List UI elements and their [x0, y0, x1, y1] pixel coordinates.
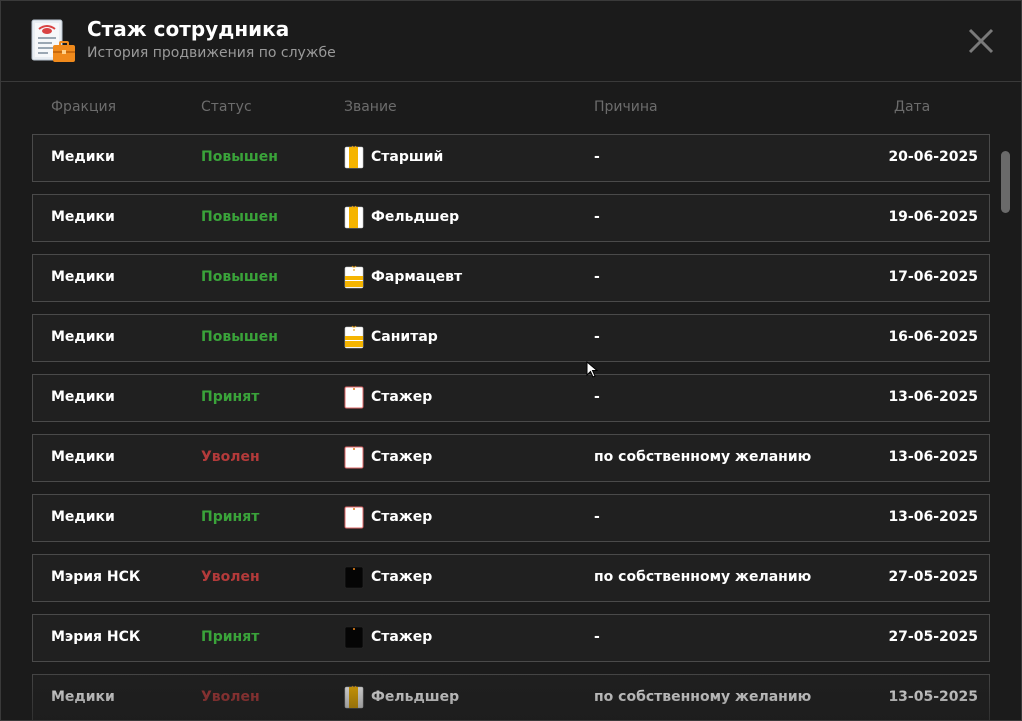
row-status: Повышен	[201, 209, 278, 225]
row-rank: Стажер	[344, 505, 432, 529]
row-reason: по собственному желанию	[594, 449, 812, 465]
row-rank-label: Стажер	[371, 569, 433, 585]
row-rank: Стажер	[344, 385, 432, 409]
row-status: Повышен	[201, 269, 278, 285]
row-faction: Медики	[51, 389, 115, 405]
row-rank-label: Санитар	[371, 329, 438, 345]
window-title: Стаж сотрудника	[87, 17, 290, 41]
row-reason: -	[594, 509, 600, 525]
row-status: Уволен	[201, 569, 260, 585]
row-faction: Медики	[51, 509, 115, 525]
row-status: Уволен	[201, 449, 260, 465]
column-header-date: Дата	[894, 99, 931, 115]
row-faction: Медики	[51, 209, 115, 225]
rank-horizontal-gold-stripes-icon	[344, 325, 364, 349]
row-reason: -	[594, 209, 600, 225]
row-reason: -	[594, 149, 600, 165]
rank-vertical-gold-stripe-icon	[344, 205, 364, 229]
row-rank: Санитар	[344, 325, 438, 349]
row-rank: Фельдшер	[344, 685, 459, 709]
table-row[interactable]: Медики Повышен Санитар - 16-06-2025	[32, 314, 990, 362]
table-row[interactable]: Медики Принят Стажер - 13-06-2025	[32, 494, 990, 542]
row-rank-label: Фармацевт	[371, 269, 463, 285]
row-faction: Мэрия НСК	[51, 629, 141, 645]
row-reason: -	[594, 329, 600, 345]
window-subtitle: История продвижения по службе	[87, 45, 336, 61]
row-reason: по собственному желанию	[594, 569, 812, 585]
row-rank-label: Стажер	[371, 629, 433, 645]
row-faction: Медики	[51, 329, 115, 345]
column-header-reason: Причина	[594, 99, 658, 115]
row-status: Повышен	[201, 149, 278, 165]
row-status: Уволен	[201, 689, 260, 705]
column-header-status: Статус	[201, 99, 252, 115]
rank-vertical-gold-stripe-icon	[344, 145, 364, 169]
row-rank-label: Старший	[371, 149, 444, 165]
row-faction: Медики	[51, 149, 115, 165]
close-icon[interactable]	[967, 27, 995, 55]
row-reason: по собственному желанию	[594, 689, 812, 705]
row-faction: Медики	[51, 269, 115, 285]
row-rank: Фармацевт	[344, 265, 462, 289]
history-list[interactable]: Медики Повышен Старший - 20-06-2025 Медики Пов…	[1, 121, 1021, 720]
row-date: 13-06-2025	[888, 389, 978, 405]
column-header-rank: Звание	[344, 99, 397, 115]
row-date: 13-06-2025	[888, 509, 978, 525]
row-rank-label: Фельдшер	[371, 689, 460, 705]
rank-black-plain-icon	[344, 625, 364, 649]
row-faction: Медики	[51, 689, 115, 705]
rank-white-plain-icon	[344, 385, 364, 409]
row-rank: Фельдшер	[344, 205, 459, 229]
row-status: Принят	[201, 389, 260, 405]
window-header: Стаж сотрудника История продвижения по с…	[1, 1, 1021, 82]
row-date: 13-06-2025	[888, 449, 978, 465]
rank-white-plain-icon	[344, 505, 364, 529]
row-status: Принят	[201, 629, 260, 645]
rank-horizontal-gold-stripes-icon	[344, 265, 364, 289]
row-rank: Стажер	[344, 625, 432, 649]
table-row[interactable]: Медики Уволен Стажер по собственному желани…	[32, 434, 990, 482]
row-date: 19-06-2025	[888, 209, 978, 225]
column-header-faction: Фракция	[51, 99, 117, 115]
row-date: 17-06-2025	[888, 269, 978, 285]
mouse-cursor-icon	[586, 360, 600, 379]
row-reason: -	[594, 269, 600, 285]
table-row[interactable]: Медики Повышен Старший - 20-06-2025	[32, 134, 990, 182]
employee-record-icon	[29, 17, 79, 67]
row-date: 20-06-2025	[888, 149, 978, 165]
row-date: 27-05-2025	[888, 629, 978, 645]
row-date: 16-06-2025	[888, 329, 978, 345]
row-rank: Стажер	[344, 445, 432, 469]
row-reason: -	[594, 629, 600, 645]
table-row[interactable]: Медики Повышен Фельдшер - 19-06-2025	[32, 194, 990, 242]
rank-white-plain-icon	[344, 445, 364, 469]
table-row[interactable]: Медики Принят Стажер - 13-06-2025	[32, 374, 990, 422]
rank-black-plain-icon	[344, 565, 364, 589]
row-status: Повышен	[201, 329, 278, 345]
row-status: Принят	[201, 509, 260, 525]
row-rank: Старший	[344, 145, 443, 169]
row-rank-label: Фельдшер	[371, 209, 460, 225]
row-date: 13-05-2025	[888, 689, 978, 705]
employee-seniority-window: Стаж сотрудника История продвижения по с…	[0, 0, 1022, 721]
row-rank: Стажер	[344, 565, 432, 589]
table-row[interactable]: Медики Уволен Фельдшер по собственному жела…	[32, 674, 990, 720]
row-faction: Мэрия НСК	[51, 569, 141, 585]
table-row[interactable]: Мэрия НСК Принят Стажер - 27-05-2025	[32, 614, 990, 662]
row-rank-label: Стажер	[371, 509, 433, 525]
row-rank-label: Стажер	[371, 389, 433, 405]
scrollbar-thumb[interactable]	[1001, 151, 1010, 213]
row-reason: -	[594, 389, 600, 405]
rank-vertical-gold-stripe-icon	[344, 685, 364, 709]
row-rank-label: Стажер	[371, 449, 433, 465]
table-row[interactable]: Медики Повышен Фармацевт - 17-06-2025	[32, 254, 990, 302]
row-date: 27-05-2025	[888, 569, 978, 585]
row-faction: Медики	[51, 449, 115, 465]
table-row[interactable]: Мэрия НСК Уволен Стажер по собственному жел…	[32, 554, 990, 602]
